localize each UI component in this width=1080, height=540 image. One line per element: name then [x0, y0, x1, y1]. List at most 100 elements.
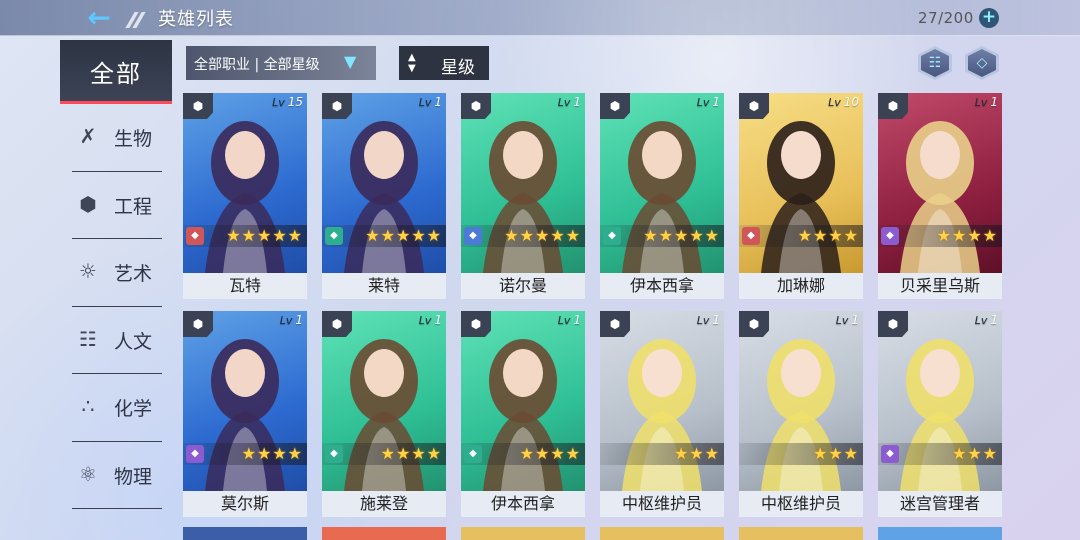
hero-name: 瓦特 — [183, 273, 307, 299]
diamond-icon: ◇ — [968, 49, 996, 77]
hero-portrait: ⬢ Lv 10 ◆ ★★★★ — [739, 93, 863, 273]
element-icon: ◆ — [464, 445, 482, 463]
rarity-bar: ◆ ★★★★ — [322, 443, 446, 465]
codex-button[interactable]: ☷ — [918, 46, 952, 80]
sort-arrows-icon: ▲ ▼ — [408, 52, 416, 74]
rarity-bar: ◆ ★★★★ — [461, 443, 585, 465]
plus-icon[interactable]: + — [979, 8, 999, 28]
hero-name: 施莱登 — [322, 491, 446, 517]
hero-level: 1 — [712, 313, 720, 327]
job-type-icon: ⬢ — [183, 93, 213, 119]
level-label: Lv 1 — [974, 313, 998, 327]
star-rating: ★★★★ — [380, 444, 442, 463]
hero-card[interactable]: ⬢ Lv 1 ◆ ★★★★ 贝采里乌斯 — [878, 93, 1002, 299]
book-icon: ☷ — [921, 49, 949, 77]
sidebar-item-humanities[interactable]: ☷ 人文 — [72, 307, 162, 374]
star-rating: ★★★ — [673, 444, 720, 463]
hero-card[interactable]: ⬢ Lv 1 ★★★ 中枢维护员 — [600, 311, 724, 517]
element-icon: ◆ — [186, 445, 204, 463]
sidebar-item-physics[interactable]: ⚛ 物理 — [72, 442, 162, 509]
dna-icon: ✗ — [79, 124, 97, 148]
hexagon-cluster-icon: ⬢ — [79, 191, 97, 216]
star-rating: ★★★★ — [797, 226, 859, 245]
hero-card[interactable]: ⬢ Lv 1 ◆ ★★★★★ 莱特 — [322, 93, 446, 299]
rarity-bar: ◆ ★★★★ — [878, 225, 1002, 247]
sort-button[interactable]: ▲ ▼ 星级 — [399, 46, 489, 80]
chevron-down-icon: ▼ — [344, 52, 357, 71]
hero-level: 15 — [287, 95, 303, 109]
star-rating: ★★★ — [951, 444, 998, 463]
hero-name: 伊本西拿 — [461, 491, 585, 517]
element-icon: ◆ — [881, 445, 899, 463]
sidebar-item-engineering[interactable]: ⬢ 工程 — [72, 172, 162, 239]
rarity-bar: ◆ ★★★★ — [739, 225, 863, 247]
hero-card[interactable]: ⬢ Lv 1 ◆ ★★★★★ 伊本西拿 — [600, 93, 724, 299]
tab-all[interactable]: 全部 — [60, 40, 172, 104]
hero-level: 1 — [712, 95, 720, 109]
hero-portrait: ⬢ Lv 1 ◆ ★★★★ — [183, 311, 307, 491]
star-rating: ★★★★★ — [504, 226, 581, 245]
element-icon: ◆ — [603, 227, 621, 245]
job-type-icon: ⬢ — [739, 93, 769, 119]
sidebar-item-label: 工程 — [114, 195, 153, 218]
hero-card[interactable]: ⬢ Lv 15 ◆ ★★★★★ 瓦特 — [183, 93, 307, 299]
hero-card[interactable]: ⬢ Lv 1 ◆ ★★★ 迷宫管理者 — [878, 311, 1002, 517]
hero-name: 伊本西拿 — [600, 273, 724, 299]
star-rating: ★★★★ — [241, 444, 303, 463]
sidebar-item-label: 物理 — [114, 465, 153, 488]
hero-name: 贝采里乌斯 — [878, 273, 1002, 299]
level-label: Lv 1 — [696, 313, 720, 327]
hero-level: 1 — [295, 313, 303, 327]
hero-card[interactable]: ⬢ Lv 1 ◆ ★★★★ 施莱登 — [322, 311, 446, 517]
sidebar-item-chemistry[interactable]: ∴ 化学 — [72, 374, 162, 442]
sidebar-item-label: 化学 — [114, 398, 153, 420]
hero-portrait: ⬢ Lv 1 ◆ ★★★★ — [322, 311, 446, 491]
hero-level: 1 — [990, 313, 998, 327]
rarity-bar: ◆ ★★★★ — [183, 443, 307, 465]
hero-card[interactable]: ⬢ Lv 1 ★★★ 中枢维护员 — [739, 311, 863, 517]
back-arrow-icon[interactable]: ← — [82, 4, 116, 32]
hero-card[interactable]: ⬢ Lv 1 ◆ ★★★★ 伊本西拿 — [461, 311, 585, 517]
card-partial — [322, 527, 446, 540]
hero-portrait: ⬢ Lv 1 ◆ ★★★★★ — [322, 93, 446, 273]
hero-portrait: ⬢ Lv 1 ★★★ — [600, 311, 724, 491]
level-label: Lv 1 — [557, 313, 581, 327]
job-type-icon: ⬢ — [600, 93, 630, 119]
hero-name: 加琳娜 — [739, 273, 863, 299]
hero-name: 莱特 — [322, 273, 446, 299]
star-rating: ★★★★ — [519, 444, 581, 463]
rarity-bar: ◆ ★★★★★ — [322, 225, 446, 247]
rarity-bar: ◆ ★★★ — [878, 443, 1002, 465]
hero-name: 诺尔曼 — [461, 273, 585, 299]
hero-card[interactable]: ⬢ Lv 1 ◆ ★★★★ 莫尔斯 — [183, 311, 307, 517]
rarity-bar: ◆ ★★★★★ — [461, 225, 585, 247]
sidebar-item-label: 生物 — [114, 128, 153, 150]
card-partial — [461, 527, 585, 540]
card-partial — [878, 527, 1002, 540]
class-rank-filter[interactable]: 全部职业 | 全部星级 ▼ — [186, 46, 376, 80]
book-icon: ☷ — [79, 326, 97, 351]
hero-name: 中枢维护员 — [739, 491, 863, 517]
settings-button[interactable]: ◇ — [965, 46, 999, 80]
element-icon: ◆ — [325, 227, 343, 245]
job-type-icon: ⬢ — [461, 311, 491, 337]
hero-card[interactable]: ⬢ Lv 1 ◆ ★★★★★ 诺尔曼 — [461, 93, 585, 299]
element-icon: ◆ — [186, 227, 204, 245]
level-label: Lv 15 — [272, 95, 303, 109]
hero-portrait: ⬢ Lv 1 ★★★ — [739, 311, 863, 491]
level-label: Lv 1 — [835, 313, 859, 327]
job-type-icon: ⬢ — [878, 93, 908, 119]
sidebar-item-label: 人文 — [114, 330, 153, 353]
rarity-bar: ◆ ★★★★★ — [183, 225, 307, 247]
card-partial — [600, 527, 724, 540]
sidebar-item-biology[interactable]: ✗ 生物 — [72, 104, 162, 172]
category-list: ✗ 生物 ⬢ 工程 ☼ 艺术 ☷ 人文 ∴ 化学 ⚛ 物理 — [72, 104, 162, 509]
hero-level: 1 — [434, 95, 442, 109]
sidebar-item-art[interactable]: ☼ 艺术 — [72, 239, 162, 307]
hero-portrait: ⬢ Lv 1 ◆ ★★★★ — [878, 93, 1002, 273]
star-rating: ★★★★ — [936, 226, 998, 245]
hero-portrait: ⬢ Lv 1 ◆ ★★★ — [878, 311, 1002, 491]
hero-card[interactable]: ⬢ Lv 10 ◆ ★★★★ 加琳娜 — [739, 93, 863, 299]
hero-name: 中枢维护员 — [600, 491, 724, 517]
hero-name: 迷宫管理者 — [878, 491, 1002, 517]
